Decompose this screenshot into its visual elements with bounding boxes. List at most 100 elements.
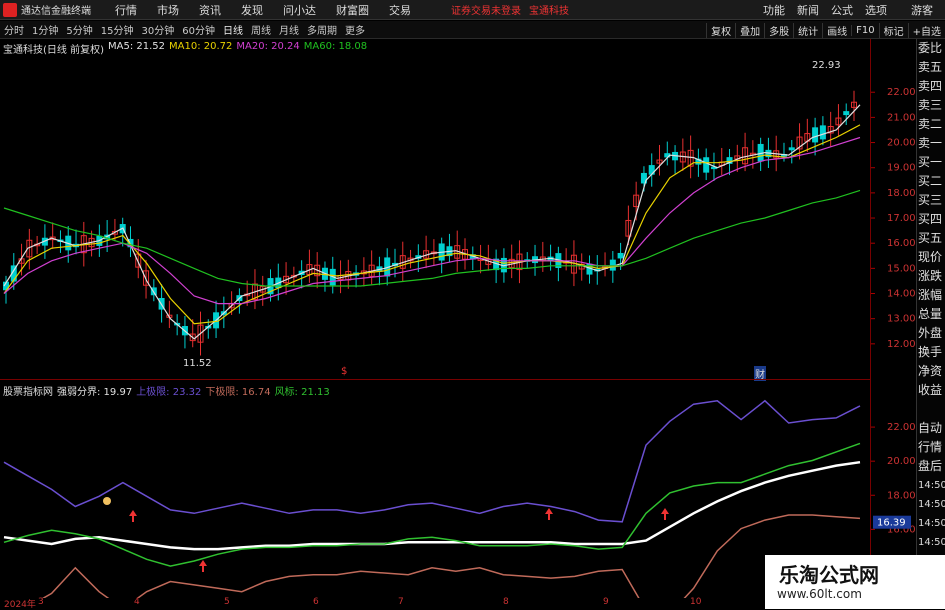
indicator-wind-mark: 风标: 21.13 [274, 387, 330, 398]
menu-item-ask[interactable]: 问小达 [283, 2, 316, 18]
period-tab-60min[interactable]: 60分钟 [182, 22, 215, 37]
menu-item-quotes[interactable]: 行情 [115, 2, 137, 18]
watermark-url: www.60lt.com [777, 587, 862, 601]
ma-line-ma60 [3, 189, 861, 287]
indicator-legend: 股票指标网 强弱分界: 19.97 上极限: 23.32 下极限: 16.74 … [3, 383, 330, 398]
watermark-title: 乐淘公式网 [779, 563, 879, 587]
period-tab-30min[interactable]: 30分钟 [141, 22, 174, 37]
quote-panel-item[interactable]: 收益 [917, 381, 945, 400]
period-tab-timeshare[interactable]: 分时 [4, 22, 24, 37]
quote-panel-item[interactable]: 卖五 [917, 58, 945, 77]
quote-panel-item[interactable]: 14:50 [917, 514, 945, 533]
price-chart[interactable] [0, 39, 870, 379]
low-price-label: 11.52 [183, 358, 212, 369]
quote-panel-item[interactable]: 净资 [917, 362, 945, 381]
quote-panel-item[interactable]: 行情 [917, 438, 945, 457]
quote-panel-item[interactable]: 现价 [917, 248, 945, 267]
event-mark-dividend[interactable]: $ [341, 366, 347, 377]
period-tab-5min[interactable]: 5分钟 [66, 22, 92, 37]
menu-right-group: 功能 新闻 公式 选项 [757, 2, 893, 18]
high-price-label: 22.93 [812, 60, 841, 71]
quote-panel-item[interactable]: 14:50 [917, 476, 945, 495]
quote-panel-item[interactable]: 自动 [917, 419, 945, 438]
menu-item-discover[interactable]: 发现 [241, 2, 263, 18]
current-value-label: 16.39 [877, 518, 906, 529]
tool-add-favorite[interactable]: +自选 [907, 22, 945, 38]
menu-item-wealth[interactable]: 财富圈 [336, 2, 369, 18]
indicator-panel[interactable]: 股票指标网 强弱分界: 19.97 上极限: 23.32 下极限: 16.74 … [0, 379, 870, 610]
quote-panel-item[interactable] [917, 400, 945, 419]
period-tab-15min[interactable]: 15分钟 [101, 22, 134, 37]
buy-signal-arrow-icon [129, 510, 137, 522]
chart-tools: 复权 叠加 多股 统计 画线 F10 标记 +自选 [706, 21, 945, 39]
quote-panel-item[interactable]: 委比 [917, 39, 945, 58]
quote-panel-item[interactable]: 卖四 [917, 77, 945, 96]
indicator-lower-limit: 下极限: 16.74 [205, 387, 271, 398]
candle-body [703, 157, 710, 173]
current-stock-name: 宝通科技 [529, 6, 569, 17]
quote-panel-item[interactable]: 涨跌 [917, 267, 945, 286]
candle-body [843, 111, 850, 116]
quote-panel-item[interactable]: 卖三 [917, 96, 945, 115]
date-axis-label: 8 [503, 597, 509, 607]
price-tick-label: 19.00 [887, 163, 916, 174]
quote-panel-item[interactable]: 卖一 [917, 134, 945, 153]
candle-body [788, 147, 795, 151]
quote-panel-item[interactable]: 盘后 [917, 457, 945, 476]
menu-item-market[interactable]: 市场 [157, 2, 179, 18]
quote-panel-item[interactable]: 买一 [917, 153, 945, 172]
menu-options[interactable]: 选项 [865, 2, 887, 18]
tool-draw[interactable]: 画线 [822, 22, 851, 38]
quote-panel-item[interactable]: 换手 [917, 343, 945, 362]
candle-body [617, 252, 624, 259]
menu-item-news[interactable]: 资讯 [199, 2, 221, 18]
quote-panel-item[interactable]: 总量 [917, 305, 945, 324]
period-tab-more[interactable]: 更多 [345, 22, 365, 37]
date-axis-label: 4 [134, 597, 140, 607]
buy-signal-arrow-icon [661, 508, 669, 520]
quote-panel-item[interactable]: 涨幅 [917, 286, 945, 305]
tool-statistics[interactable]: 统计 [793, 22, 822, 38]
period-tab-multi[interactable]: 多周期 [307, 22, 337, 37]
tool-adjust[interactable]: 复权 [706, 22, 735, 38]
tool-overlay[interactable]: 叠加 [735, 22, 764, 38]
menu-formula[interactable]: 公式 [831, 2, 853, 18]
quote-panel-item[interactable]: 14:50 [917, 495, 945, 514]
period-tab-daily[interactable]: 日线 [223, 22, 243, 37]
app-name: 通达信金融终端 [21, 6, 91, 17]
quote-panel-item[interactable]: 14:50 [917, 533, 945, 552]
price-chart-panel[interactable]: 宝通科技(日线 前复权) MA5: 21.52 MA10: 20.72 MA20… [0, 39, 870, 381]
quote-panel-item[interactable]: 买五 [917, 229, 945, 248]
stock-title: 宝通科技(日线 前复权) [3, 45, 104, 56]
tool-multi-stock[interactable]: 多股 [764, 22, 793, 38]
tool-f10[interactable]: F10 [851, 24, 878, 36]
buy-signal-arrow-icon [545, 508, 553, 520]
price-tick-label: 14.00 [887, 289, 916, 300]
period-tab-monthly[interactable]: 月线 [279, 22, 299, 37]
app-logo-icon [3, 2, 17, 17]
indicator-chart[interactable] [0, 380, 870, 610]
trade-login-alert[interactable]: 证券交易未登录 [451, 2, 521, 17]
price-tick-label: 18.00 [887, 188, 916, 199]
menu-item-trade[interactable]: 交易 [389, 2, 411, 18]
date-axis-label: 10 [690, 597, 702, 607]
period-toolbar: 分时 1分钟 5分钟 15分钟 30分钟 60分钟 日线 周线 月线 多周期 更… [0, 21, 945, 39]
date-axis-label: 2024年 [4, 600, 36, 610]
period-tab-1min[interactable]: 1分钟 [32, 22, 58, 37]
ma20-label: MA20: 20.24 [236, 41, 300, 52]
main-legend: 宝通科技(日线 前复权) MA5: 21.52 MA10: 20.72 MA20… [3, 41, 367, 56]
guest-login[interactable]: 游客 [911, 2, 933, 18]
quote-panel-item[interactable]: 买二 [917, 172, 945, 191]
quote-panel-item[interactable]: 外盘 [917, 324, 945, 343]
tool-mark[interactable]: 标记 [878, 22, 908, 38]
quote-panel-item[interactable]: 买三 [917, 191, 945, 210]
indicator-title: 股票指标网 [3, 387, 53, 398]
quote-panel-item[interactable]: 卖二 [917, 115, 945, 134]
menu-function[interactable]: 功能 [763, 2, 785, 18]
menu-news[interactable]: 新闻 [797, 2, 819, 18]
period-tab-weekly[interactable]: 周线 [251, 22, 271, 37]
date-axis-label: 6 [313, 597, 319, 607]
date-axis-label: 5 [224, 597, 230, 607]
quote-panel-item[interactable]: 买四 [917, 210, 945, 229]
candle-body [812, 127, 819, 143]
